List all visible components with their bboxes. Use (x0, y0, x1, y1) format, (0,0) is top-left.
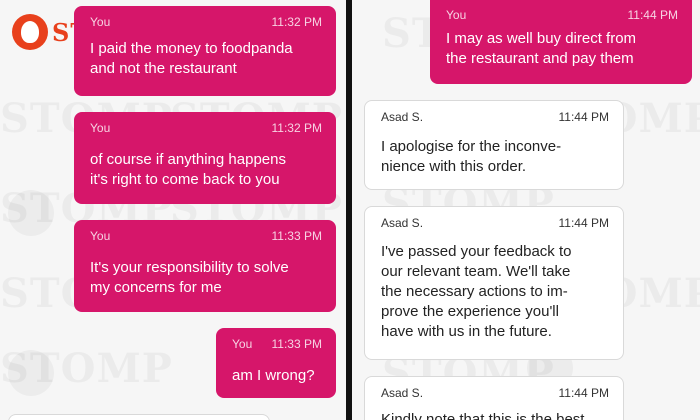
message-text: of course if anything happens it's right… (90, 151, 286, 188)
watermark: STOMP (0, 345, 173, 392)
message-bubble-sent[interactable]: You 11:44 PM I may as well buy direct fr… (430, 0, 692, 84)
message-time: 11:44 PM (558, 110, 609, 124)
message-time: 11:44 PM (627, 8, 678, 22)
message-time: 11:44 PM (558, 216, 609, 230)
message-sender: Asad S. (381, 110, 424, 124)
message-bubble-received[interactable]: Asad S. 11:44 PM I apologise for the inc… (364, 100, 624, 190)
message-bubble-received[interactable]: Asad S. 11:44 PM I've passed your feedba… (364, 206, 624, 360)
message-sender: Asad S. (381, 216, 424, 230)
logo-mark-icon (12, 14, 48, 50)
message-text: I apologise for the inconve- nience with… (381, 138, 562, 175)
message-text: It's your responsibility to solve my con… (90, 259, 289, 296)
message-text: I paid the money to foodpanda and not th… (90, 40, 293, 77)
message-bubble-received-partial (8, 414, 270, 420)
message-text: Kindly note that this is the best (381, 411, 585, 420)
message-sender: Asad S. (381, 386, 424, 400)
message-sender: You (90, 229, 111, 243)
message-time: 11:33 PM (271, 337, 322, 351)
right-chat-panel: STOMP STOMP STOMP STOMP STOMP You 11:44 … (352, 0, 700, 420)
message-time: 11:32 PM (271, 15, 322, 29)
message-sender: You (90, 121, 111, 135)
message-text: I may as well buy direct from the restau… (446, 30, 637, 67)
message-time: 11:33 PM (271, 229, 322, 243)
message-bubble-received[interactable]: Asad S. 11:44 PM Kindly note that this i… (364, 376, 624, 420)
watermark-logo (8, 190, 54, 236)
message-bubble-sent[interactable]: You 11:32 PM I paid the money to foodpan… (74, 6, 336, 96)
watermark-logo (8, 350, 54, 396)
message-sender: You (232, 337, 253, 351)
message-time: 11:44 PM (558, 386, 609, 400)
message-sender: You (90, 15, 111, 29)
message-time: 11:32 PM (271, 121, 322, 135)
left-chat-panel: STOMP STOMP STOMP STOMP STOMP STOMP STOM… (0, 0, 346, 420)
message-sender: You (446, 8, 467, 22)
message-bubble-sent[interactable]: You 11:33 PM am I wrong? (216, 328, 336, 398)
message-text: I've passed your feedback to our relevan… (381, 243, 572, 340)
message-bubble-sent[interactable]: You 11:33 PM It's your responsibility to… (74, 220, 336, 312)
message-text: am I wrong? (232, 367, 315, 384)
message-bubble-sent[interactable]: You 11:32 PM of course if anything happe… (74, 112, 336, 204)
